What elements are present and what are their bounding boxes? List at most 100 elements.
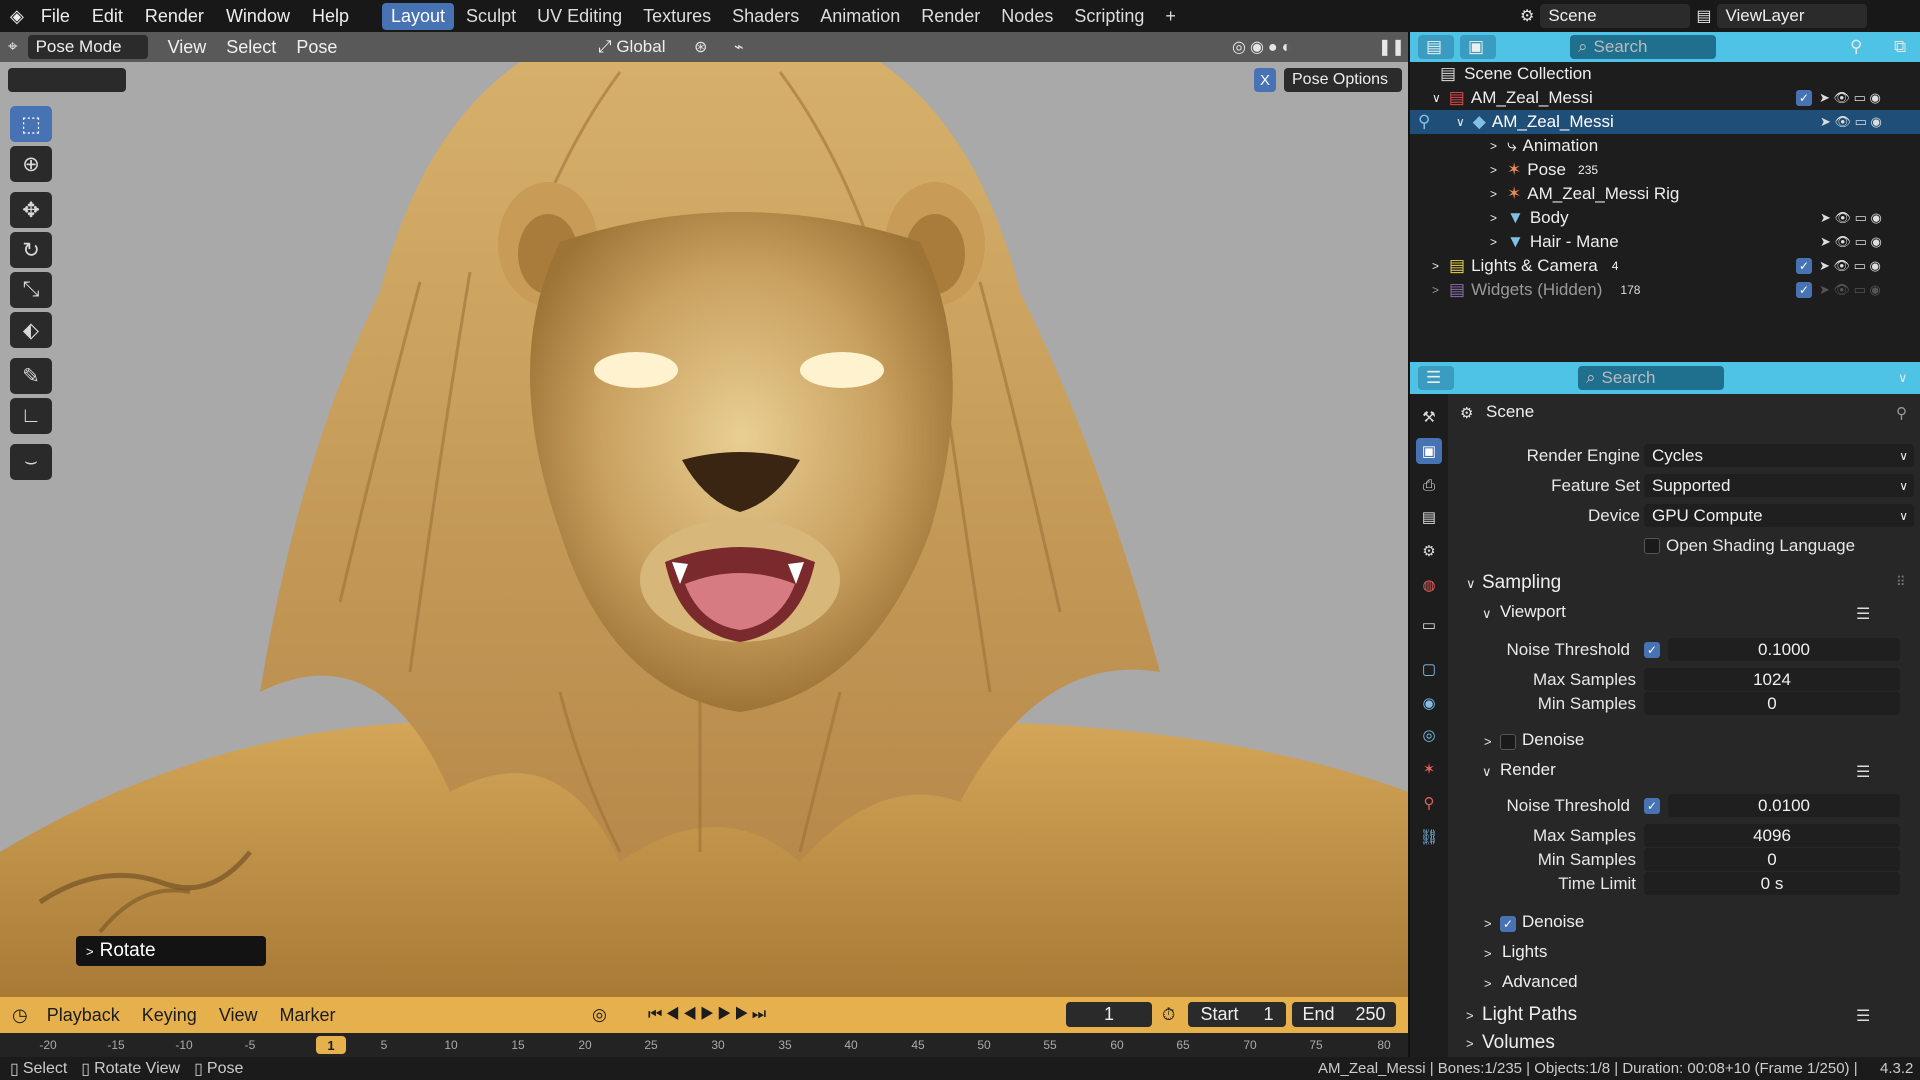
chevron-right-icon[interactable]: > [1466,1008,1474,1023]
select-box-icon[interactable]: ⬚ [10,106,52,142]
chevron-right-icon[interactable]: > [1484,734,1492,749]
visibility-toggles[interactable]: ✓ ➤ 👁 ▭ ◉ [1796,282,1881,298]
viewlayer-icon[interactable]: ▤ [1696,6,1711,26]
viewlayer-selector[interactable]: ViewLayer [1717,4,1868,28]
funnel-icon[interactable]: ⚲ [1850,37,1862,57]
chevron-right-icon[interactable]: > [1484,916,1492,931]
annotate-icon[interactable]: ✎ [10,358,52,394]
visibility-toggles[interactable]: ✓ ➤ 👁 ▭ ◉ [1796,90,1881,106]
render-tab-icon[interactable]: ▣ [1416,438,1442,464]
outliner-search-input[interactable]: ⌕ Search [1570,35,1716,59]
blender-logo-icon[interactable]: ◈ [0,6,30,27]
include-checkbox[interactable]: ✓ [1796,90,1812,106]
visibility-toggles[interactable]: ➤ 👁 ▭ ◉ [1820,234,1882,250]
presets-list-icon[interactable]: ☰ [1856,604,1870,624]
chevron-right-icon[interactable]: > [1466,1036,1474,1051]
transform-orientation-selector[interactable]: ⤢ Global [590,35,678,59]
pin-icon[interactable]: ⚲ [1896,404,1907,422]
scale-icon[interactable]: ⤡ [10,272,52,308]
outliner-row-body[interactable]: > ▼ Body ➤ 👁 ▭ ◉ [1410,206,1920,230]
visibility-toggles[interactable]: ✓ ➤ 👁 ▭ ◉ [1796,258,1881,274]
view-layer-tab-icon[interactable]: ▤ [1416,504,1442,530]
outliner-row-animation[interactable]: > ⤷ Animation [1410,134,1920,158]
outliner-row-scene-collection[interactable]: ▤ Scene Collection [1410,62,1920,86]
tool-tab-icon[interactable]: ⚒ [1416,404,1442,430]
outliner-row-hair-mane[interactable]: > ▼ Hair - Mane ➤ 👁 ▭ ◉ [1410,230,1920,254]
osl-checkbox[interactable] [1644,538,1660,554]
menu-keying[interactable]: Keying [131,1005,208,1026]
menu-help[interactable]: Help [301,6,360,27]
constraint-tab-icon[interactable]: ⛓ [1416,824,1442,850]
menu-marker[interactable]: Marker [269,1005,347,1026]
last-operator-panel[interactable]: > Rotate [76,936,266,966]
chevron-down-icon[interactable]: ∨ [1898,370,1908,386]
chevron-down-icon[interactable]: ∨ [1482,606,1492,622]
outliner-row-rig[interactable]: > ✶ AM_Zeal_Messi Rig [1410,182,1920,206]
pose-options-dropdown[interactable]: Pose Options [1284,68,1402,92]
render-engine-dropdown[interactable]: Cycles ∨ [1644,444,1914,467]
3d-viewport[interactable]: ⌖ Pose Mode View Select Pose ⤢ Global ⊛ … [0,32,1408,997]
menu-edit[interactable]: Edit [81,6,134,27]
menu-window[interactable]: Window [215,6,301,27]
tab-shaders[interactable]: Shaders [723,3,808,30]
menu-render[interactable]: Render [134,6,215,27]
device-dropdown[interactable]: GPU Compute ∨ [1644,504,1914,527]
drag-handle-icon[interactable]: ⠿ [1896,574,1906,590]
feature-set-dropdown[interactable]: Supported ∨ [1644,474,1914,497]
tab-render[interactable]: Render [912,3,989,30]
tab-scripting[interactable]: Scripting [1065,3,1153,30]
menu-select[interactable]: Select [216,37,286,58]
vp-noise-threshold-field[interactable]: 0.1000 [1668,638,1900,661]
vp-noise-threshold-checkbox[interactable]: ✓ [1644,642,1660,658]
editor-type-icon[interactable]: ⌖ [8,37,28,57]
volumes-panel[interactable]: Volumes [1482,1032,1555,1054]
tab-animation[interactable]: Animation [811,3,909,30]
tab-layout[interactable]: Layout [382,2,455,30]
tab-uv-editing[interactable]: UV Editing [528,3,631,30]
tab-sculpt[interactable]: Sculpt [457,3,525,30]
snap-icon[interactable]: ⌁ [734,37,744,57]
osl-checkbox-row[interactable]: Open Shading Language [1644,536,1855,556]
transform-icon[interactable]: ⬖ [10,312,52,348]
mode-selector[interactable]: Pose Mode [27,35,148,59]
sampling-panel-header[interactable]: Sampling [1482,572,1561,594]
properties-editor-type[interactable]: ☰ [1418,366,1454,390]
r-noise-threshold-field[interactable]: 0.0100 [1668,794,1900,817]
playback-controls-icon[interactable]: ⏮◀◀▶▶▶⏭ [648,1006,769,1024]
filter-dropdown[interactable]: ▣ [1460,35,1496,59]
current-frame-indicator[interactable]: 1 [316,1036,346,1054]
chevron-down-icon[interactable]: ∨ [1482,764,1492,780]
add-workspace-button[interactable]: + [1156,3,1185,30]
menu-pose[interactable]: Pose [286,37,347,58]
display-mode-dropdown[interactable]: ▤ [1418,35,1454,59]
output-tab-icon[interactable]: ⎙ [1416,472,1442,498]
lights-subpanel[interactable]: Lights [1502,942,1547,962]
cursor-icon[interactable]: ⊕ [10,146,52,182]
tab-textures[interactable]: Textures [634,3,720,30]
physics-tab-icon[interactable]: ◎ [1416,722,1442,748]
vp-max-samples-field[interactable]: 1024 [1644,668,1900,691]
world-tab-icon[interactable]: ◍ [1416,572,1442,598]
object-tab-icon[interactable]: ▢ [1416,656,1442,682]
include-checkbox[interactable]: ✓ [1796,258,1812,274]
vp-min-samples-field[interactable]: 0 [1644,692,1900,715]
viewport-subpanel-header[interactable]: Viewport [1500,602,1566,622]
light-paths-panel[interactable]: Light Paths [1482,1004,1577,1026]
viewport-shading-icons[interactable]: ◎◉●◐ [1232,37,1295,57]
outliner-row-armature[interactable]: ⚲ ∨ ◆ AM_Zeal_Messi ➤ 👁 ▭ ◉ [1410,110,1920,134]
scene-selector[interactable]: Scene [1540,4,1691,28]
pivot-icon[interactable]: ⊛ [694,37,707,57]
frame-ruler[interactable]: -20 -15 -10 -5 1 5 10 15 20 25 30 35 40 … [0,1033,1408,1057]
r-min-samples-field[interactable]: 0 [1644,848,1900,871]
outliner-row-collection[interactable]: ∨ ▤ AM_Zeal_Messi ✓ ➤ 👁 ▭ ◉ [1410,86,1920,110]
include-checkbox[interactable]: ✓ [1796,282,1812,298]
mirror-x-toggle[interactable]: X [1254,68,1276,92]
measure-icon[interactable]: ∟ [10,398,52,434]
current-frame-field[interactable]: 1 [1066,1002,1152,1027]
scene-tab-icon[interactable]: ⚙ [1416,538,1442,564]
start-frame-field[interactable]: Start 1 [1188,1002,1286,1027]
scene-icon[interactable]: ⚙ [1520,6,1534,26]
collection-tab-icon[interactable]: ▭ [1416,612,1442,638]
record-icon[interactable]: ◎ [592,1005,607,1025]
new-collection-icon[interactable]: ⧉ [1894,37,1906,57]
